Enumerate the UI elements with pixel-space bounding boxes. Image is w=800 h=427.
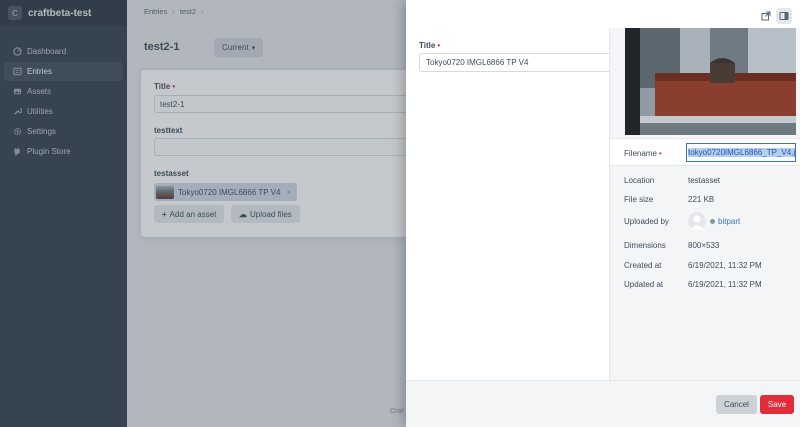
created-at-value: 6/19/2021, 11:32 PM (688, 260, 762, 270)
slideout-footer: Cancel Save (406, 380, 800, 427)
asset-preview-image[interactable] (625, 28, 796, 135)
uploader-link[interactable]: bitpart (718, 217, 740, 226)
avatar (688, 212, 706, 230)
dimensions-row: Dimensions 800×533 (624, 238, 799, 252)
location-value: testasset (688, 175, 721, 185)
uploader: bitpart (688, 212, 740, 230)
asset-title-label: Title • (419, 41, 441, 50)
created-at-label: Created at (624, 260, 662, 270)
slideout-header (406, 0, 800, 28)
sidebar-toggle-icon[interactable] (776, 8, 792, 24)
required-indicator: • (658, 149, 662, 158)
filesize-label: File size (624, 194, 654, 204)
required-indicator: • (437, 41, 441, 50)
filesize-value: 221 KB (688, 194, 715, 204)
uploaded-by-label: Uploaded by (624, 216, 669, 226)
cancel-button[interactable]: Cancel (716, 395, 757, 414)
filename-label: Filename • (624, 149, 662, 158)
updated-at-value: 6/19/2021, 11:32 PM (688, 279, 762, 289)
dimensions-label: Dimensions (624, 240, 666, 250)
status-dot-icon (710, 218, 715, 224)
save-button[interactable]: Save (760, 395, 794, 414)
filename-row: Filename • tokyo0720IMGL6866_TP_V4.jp (610, 138, 800, 166)
asset-title-field[interactable]: Tokyo0720 IMGL6866 TP V4 (419, 53, 614, 72)
location-row: Location testasset (624, 173, 799, 187)
updated-at-label: Updated at (624, 279, 664, 289)
location-label: Location (624, 175, 655, 185)
asset-slideout: Title • Tokyo0720 IMGL6866 TP V4 Filename… (406, 0, 800, 427)
updated-at-row: Updated at 6/19/2021, 11:32 PM (624, 277, 799, 291)
asset-meta-sidebar: Filename • tokyo0720IMGL6866_TP_V4.jp Loc… (609, 28, 800, 380)
filename-field[interactable]: tokyo0720IMGL6866_TP_V4.jp (686, 143, 796, 162)
uploaded-by-row: Uploaded by bitpart (624, 212, 799, 230)
dimensions-value: 800×533 (688, 240, 720, 250)
created-at-row: Created at 6/19/2021, 11:32 PM (624, 258, 799, 272)
external-link-icon[interactable] (758, 8, 774, 24)
filesize-row: File size 221 KB (624, 192, 799, 206)
